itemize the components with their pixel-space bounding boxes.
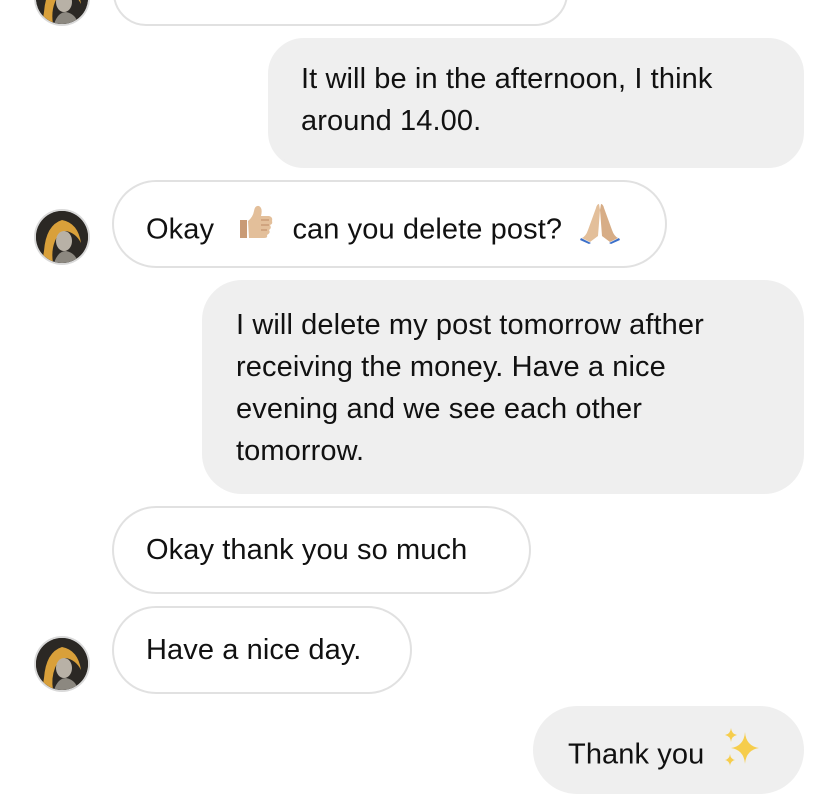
incoming-message-bubble[interactable]: Okay can you delete post?: [112, 180, 667, 268]
sparkles-icon: [721, 726, 763, 780]
outgoing-message-bubble[interactable]: I will delete my post tomorrow afther re…: [202, 280, 804, 494]
message-text-line: around 14.00.: [301, 105, 482, 137]
outgoing-message-bubble[interactable]: It will be in the afternoon, I think aro…: [268, 38, 804, 168]
message-text-line: receiving the money. Have a nice: [236, 351, 666, 383]
message-text-line: It will be in the afternoon, I think: [301, 63, 713, 95]
message-text: Have a nice day.: [146, 634, 362, 666]
outgoing-message-bubble[interactable]: Thank you: [533, 706, 804, 794]
incoming-message-bubble[interactable]: [113, 0, 568, 26]
message-text-line: I will delete my post tomorrow afther: [236, 309, 704, 341]
message-text: Okay: [146, 213, 215, 246]
message-text-line: tomorrow.: [236, 435, 365, 467]
contact-avatar[interactable]: [36, 211, 88, 263]
message-text: Thank you: [568, 738, 705, 771]
message-text: Okay thank you so much: [146, 534, 468, 566]
contact-avatar[interactable]: [36, 0, 88, 24]
message-text-line: evening and we see each other: [236, 393, 642, 425]
incoming-message-bubble[interactable]: Have a nice day.: [112, 606, 412, 694]
contact-avatar[interactable]: [36, 638, 88, 690]
folded-hands-icon: [578, 200, 622, 256]
thumbs-up-icon: [234, 202, 274, 254]
incoming-message-bubble[interactable]: Okay thank you so much: [112, 506, 531, 594]
message-text: can you delete post?: [292, 213, 563, 246]
